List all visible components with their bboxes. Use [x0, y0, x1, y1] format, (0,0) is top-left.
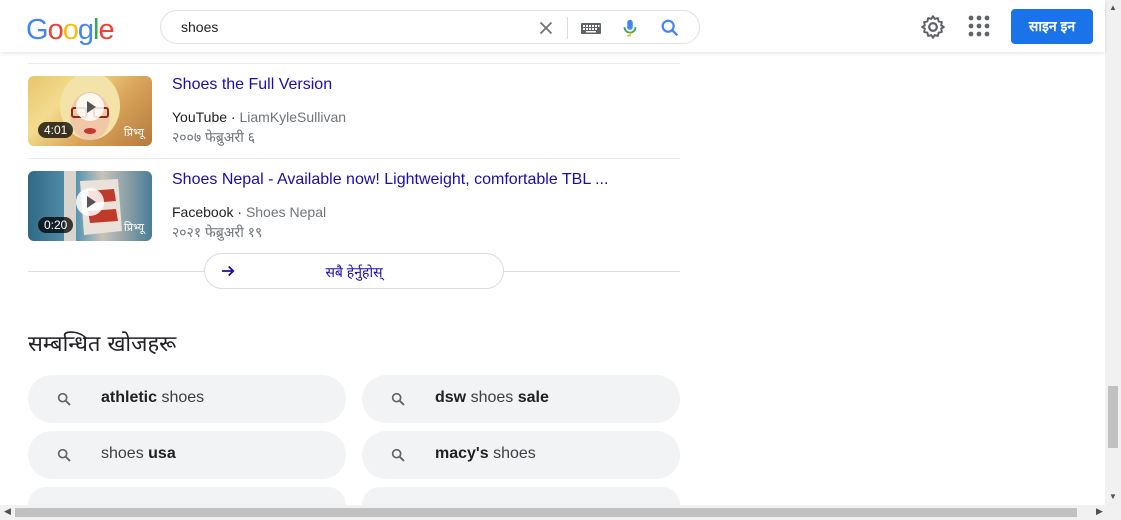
video-source: YouTube · LiamKyleSullivan	[172, 109, 347, 125]
video-source: Facebook · Shoes Nepal	[172, 204, 327, 220]
search-icon	[390, 391, 406, 407]
scroll-left-arrow-icon[interactable]: ◀	[4, 506, 11, 517]
search-input[interactable]: shoes	[181, 19, 218, 35]
logo-letter-o2: o	[62, 14, 79, 46]
related-term-bold: macy's	[435, 445, 489, 462]
video-source-site: YouTube	[172, 109, 228, 125]
result-divider	[28, 158, 680, 159]
vertical-scroll-thumb[interactable]	[1108, 386, 1118, 448]
video-source-site: Facebook	[172, 204, 234, 220]
sign-in-button[interactable]: साइन इन	[1011, 9, 1093, 44]
video-date: २०२१ फेब्रुअरी १९	[172, 224, 263, 240]
header: Google shoes साइन इन	[0, 0, 1105, 52]
play-icon[interactable]	[76, 93, 104, 121]
search-icon	[56, 447, 72, 463]
related-term-bold: sale	[517, 389, 549, 406]
preview-label: प्रिभ्यू	[123, 127, 144, 139]
clear-icon[interactable]	[535, 17, 557, 39]
video-title-link[interactable]: Shoes the Full Version	[172, 76, 332, 94]
horizontal-scroll-thumb[interactable]	[15, 508, 1077, 517]
video-result[interactable]: 0:20 प्रिभ्यू Shoes Nepal - Available no…	[28, 171, 680, 243]
video-date: २००७ फेब्रुअरी ६	[172, 129, 256, 145]
search-icon	[390, 447, 406, 463]
search-icon[interactable]	[659, 17, 683, 39]
apps-grid-icon[interactable]	[968, 15, 990, 37]
see-all-button[interactable]: सबै हेर्नुहोस्	[204, 253, 504, 289]
keyboard-icon[interactable]	[579, 19, 603, 37]
related-searches-heading: सम्बन्धित खोजहरू	[28, 332, 177, 357]
video-duration: 0:20	[38, 217, 74, 233]
related-term: shoes	[488, 445, 536, 462]
scroll-right-arrow-icon[interactable]: ▶	[1096, 506, 1103, 517]
vertical-scrollbar[interactable]: ▲ ▼	[1105, 0, 1121, 505]
related-search-chip[interactable]: macy's shoes	[362, 431, 680, 479]
video-thumbnail[interactable]: 0:20 प्रिभ्यू	[28, 171, 152, 241]
related-search-text: shoes usa	[101, 445, 176, 463]
related-search-text: dsw shoes sale	[435, 389, 549, 407]
logo-letter-e: e	[98, 14, 114, 46]
related-search-chip[interactable]: shoes usa	[28, 431, 346, 479]
related-term-bold: usa	[148, 445, 176, 462]
scroll-down-arrow-icon[interactable]: ▼	[1109, 492, 1117, 501]
related-search-chip-partial[interactable]	[362, 487, 680, 505]
logo-letter-o1: o	[47, 14, 64, 46]
related-term: shoes	[466, 389, 518, 406]
related-term-bold: athletic	[101, 389, 158, 406]
related-search-text: athletic shoes	[101, 389, 204, 407]
related-search-chip[interactable]: athletic shoes	[28, 375, 346, 423]
search-box[interactable]: shoes	[160, 10, 700, 44]
video-channel: Shoes Nepal	[245, 204, 327, 220]
search-icon	[56, 391, 72, 407]
related-search-chip-partial[interactable]	[28, 487, 346, 505]
related-search-text: macy's shoes	[435, 445, 536, 463]
video-title-link[interactable]: Shoes Nepal - Available now! Lightweight…	[172, 171, 608, 189]
scroll-up-arrow-icon[interactable]: ▲	[1109, 3, 1117, 12]
video-thumbnail[interactable]: 4:01 प्रिभ्यू	[28, 76, 152, 146]
see-all-label: सबै हेर्नुहोस्	[325, 264, 383, 280]
related-term: shoes	[157, 389, 205, 406]
related-search-chip[interactable]: dsw shoes sale	[362, 375, 680, 423]
horizontal-scrollbar[interactable]: ◀ ▶	[0, 505, 1121, 520]
logo-letter-g: G	[26, 14, 49, 46]
logo-letter-g2: g	[77, 14, 94, 46]
related-term-bold: dsw	[435, 389, 467, 406]
search-divider	[567, 17, 568, 39]
video-result[interactable]: 4:01 प्रिभ्यू Shoes the Full Version You…	[28, 76, 680, 148]
related-term: shoes	[101, 445, 149, 462]
preview-label: प्रिभ्यू	[123, 222, 144, 234]
google-logo[interactable]: Google	[26, 14, 115, 47]
microphone-icon[interactable]	[619, 17, 641, 39]
result-divider	[28, 63, 680, 64]
video-duration: 4:01	[38, 122, 74, 138]
play-icon[interactable]	[76, 188, 104, 216]
gear-icon[interactable]	[920, 14, 946, 40]
video-channel: LiamKyleSullivan	[239, 109, 347, 125]
